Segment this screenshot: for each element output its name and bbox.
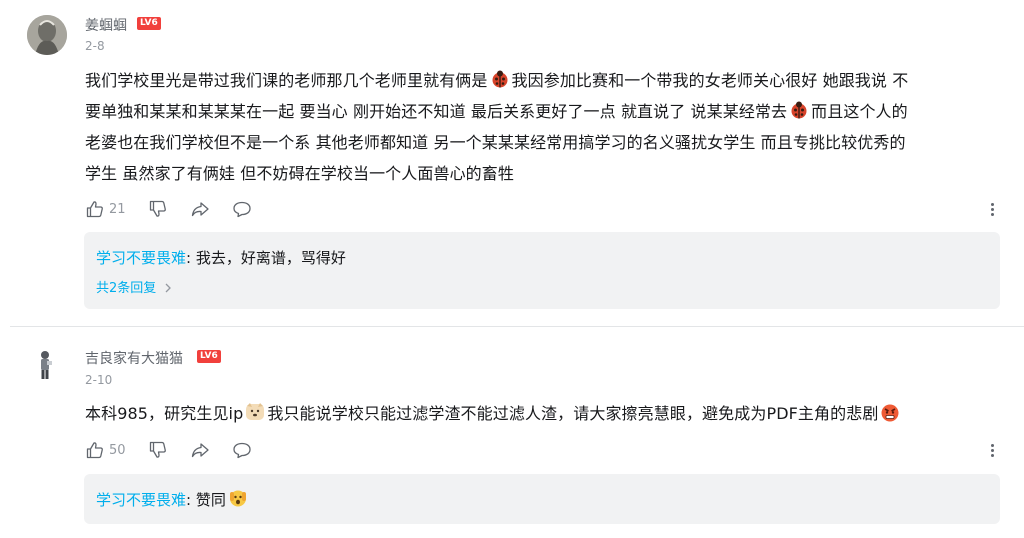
reply-box: 学习不要畏难: 赞同 <box>84 474 1000 524</box>
reply-username[interactable]: 学习不要畏难 <box>96 491 186 509</box>
comment-line: 我们学校里光是带过我们课的老师那几个老师里就有俩是 我因参加比赛和一个带我的女老师… <box>85 65 908 96</box>
comment-line: 学生 虽然家了有俩娃 但不妨碍在学校当一个人面兽心的畜牲 <box>85 164 514 183</box>
like-count: 21 <box>109 201 126 217</box>
reply-box: 学习不要畏难: 我去，好离谱，骂得好 共2条回复 <box>84 232 1000 309</box>
avatar[interactable] <box>27 15 67 55</box>
comment-text: 本科985，研究生见ip 我只能说学校只能过滤学渣不能过滤人渣，请大家擦亮慧眼，避… <box>85 398 902 429</box>
dislike-button[interactable] <box>148 440 168 460</box>
ladybug-emoji <box>490 68 510 88</box>
dislike-icon <box>149 441 166 458</box>
reply-button[interactable] <box>232 440 252 460</box>
comment-line: 本科985，研究生见ip 我只能说学校只能过滤学渣不能过滤人渣，请大家擦亮慧眼，避… <box>85 398 902 429</box>
dog-emoji <box>245 401 265 421</box>
like-icon <box>86 442 103 459</box>
reply-item: 学习不要畏难: 赞同 <box>96 488 250 510</box>
reply-button[interactable] <box>232 199 252 219</box>
comment-actions: 50 <box>85 440 274 460</box>
like-button[interactable]: 21 <box>85 199 126 219</box>
username[interactable]: 姜蝈蝈 <box>85 15 127 35</box>
reply-icon <box>232 201 251 218</box>
comment-date: 2-8 <box>85 39 105 53</box>
comment-date: 2-10 <box>85 373 113 387</box>
ladybug-emoji <box>789 99 809 119</box>
username[interactable]: 吉良家有大猫猫 <box>85 348 183 368</box>
comment-line: 老婆也在我们学校但不是一个系 其他老师都知道 另一个某某某经常用搞学习的名义骚扰… <box>85 133 906 152</box>
view-replies-link[interactable]: 共2条回复 <box>96 277 172 296</box>
more-icon[interactable] <box>991 442 995 459</box>
share-icon <box>191 202 209 217</box>
reply-text: 我去，好离谱，骂得好 <box>195 249 346 267</box>
chevron-right-icon <box>165 283 172 293</box>
reply-username[interactable]: 学习不要畏难 <box>96 249 186 267</box>
reply-text: 赞同 <box>195 491 226 509</box>
more-icon[interactable] <box>991 201 995 218</box>
angry-emoji <box>880 401 900 422</box>
dislike-button[interactable] <box>148 199 168 219</box>
divider <box>10 326 1024 327</box>
avatar[interactable] <box>36 350 54 380</box>
reply-item: 学习不要畏难: 我去，好离谱，骂得好 <box>96 249 346 267</box>
share-icon <box>191 443 209 458</box>
share-button[interactable] <box>190 440 210 460</box>
comment-text: 我们学校里光是带过我们课的老师那几个老师里就有俩是 我因参加比赛和一个带我的女老师… <box>85 65 908 189</box>
dislike-icon <box>149 200 166 217</box>
comment-actions: 21 <box>85 199 274 219</box>
level-badge: LV6 <box>137 17 161 30</box>
shocked-emoji <box>228 488 248 508</box>
like-button[interactable]: 50 <box>85 440 126 460</box>
comment-line: 要单独和某某和某某某在一起 要当心 刚开始还不知道 最后关系更好了一点 就直说了… <box>85 96 908 127</box>
level-badge: LV6 <box>197 350 221 363</box>
like-count: 50 <box>109 442 126 458</box>
share-button[interactable] <box>190 199 210 219</box>
like-icon <box>86 201 103 218</box>
reply-icon <box>232 442 251 459</box>
